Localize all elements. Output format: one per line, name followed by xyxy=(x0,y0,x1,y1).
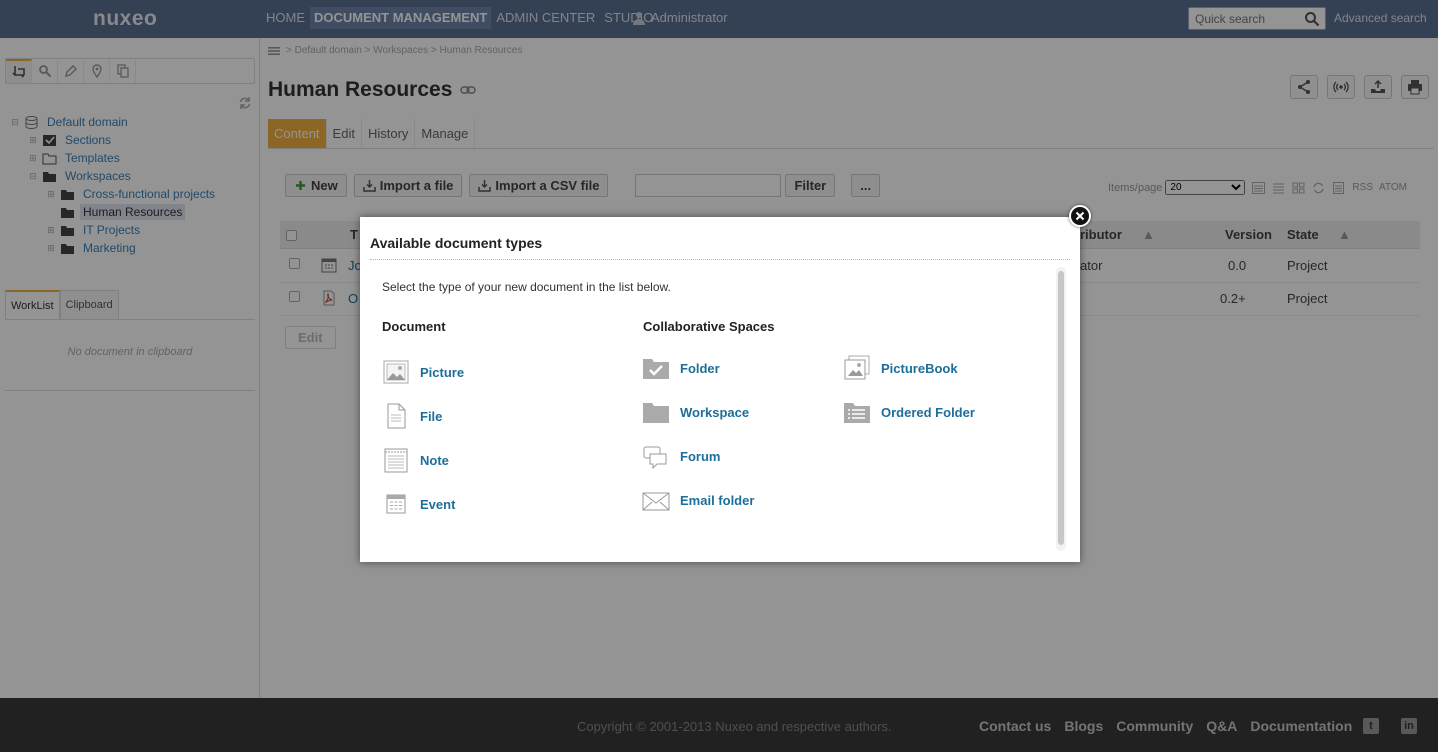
document-types-modal: Available document types Select the type… xyxy=(360,217,1080,562)
doctype-file[interactable]: File xyxy=(382,401,442,431)
doctype-note[interactable]: Note xyxy=(382,445,449,475)
picture-icon xyxy=(383,360,409,384)
workspace-icon xyxy=(643,403,669,423)
close-icon xyxy=(1075,211,1085,221)
scrollbar-thumb[interactable] xyxy=(1058,271,1064,545)
category-collaborative-spaces: Collaborative Spaces xyxy=(643,319,775,334)
doctype-folder[interactable]: Folder xyxy=(642,353,720,383)
doctype-label: PictureBook xyxy=(881,360,958,376)
doctype-forum[interactable]: Forum xyxy=(642,441,720,471)
close-modal-button[interactable] xyxy=(1069,205,1091,227)
doctype-label: Forum xyxy=(680,448,721,464)
doctype-workspace[interactable]: Workspace xyxy=(642,397,749,427)
file-icon xyxy=(387,403,406,429)
event-icon xyxy=(386,494,406,514)
picturebook-icon xyxy=(844,355,870,380)
category-document: Document xyxy=(382,319,446,334)
doctype-picturebook[interactable]: PictureBook xyxy=(843,353,958,383)
note-icon xyxy=(384,448,408,473)
modal-title: Available document types xyxy=(370,235,543,251)
doctype-label: Folder xyxy=(680,360,720,376)
modal-scrollbar[interactable] xyxy=(1056,267,1066,551)
modal-divider xyxy=(370,259,1070,260)
doctype-email-folder[interactable]: Email folder xyxy=(642,485,754,515)
doctype-label: File xyxy=(420,408,443,424)
doctype-label: Event xyxy=(420,496,456,512)
doctype-event[interactable]: Event xyxy=(382,489,455,519)
doctype-label: Email folder xyxy=(680,492,755,508)
modal-intro: Select the type of your new document in … xyxy=(382,280,671,294)
doctype-label: Ordered Folder xyxy=(881,404,975,420)
email-folder-icon xyxy=(642,492,670,511)
forum-icon xyxy=(643,446,667,470)
doctype-picture[interactable]: Picture xyxy=(382,357,464,387)
folder-check-icon xyxy=(643,359,669,379)
doctype-label: Note xyxy=(420,452,449,468)
ordered-folder-icon xyxy=(844,403,870,423)
doctype-label: Workspace xyxy=(680,404,750,420)
doctype-ordered-folder[interactable]: Ordered Folder xyxy=(843,397,975,427)
doctype-label: Picture xyxy=(420,364,465,380)
